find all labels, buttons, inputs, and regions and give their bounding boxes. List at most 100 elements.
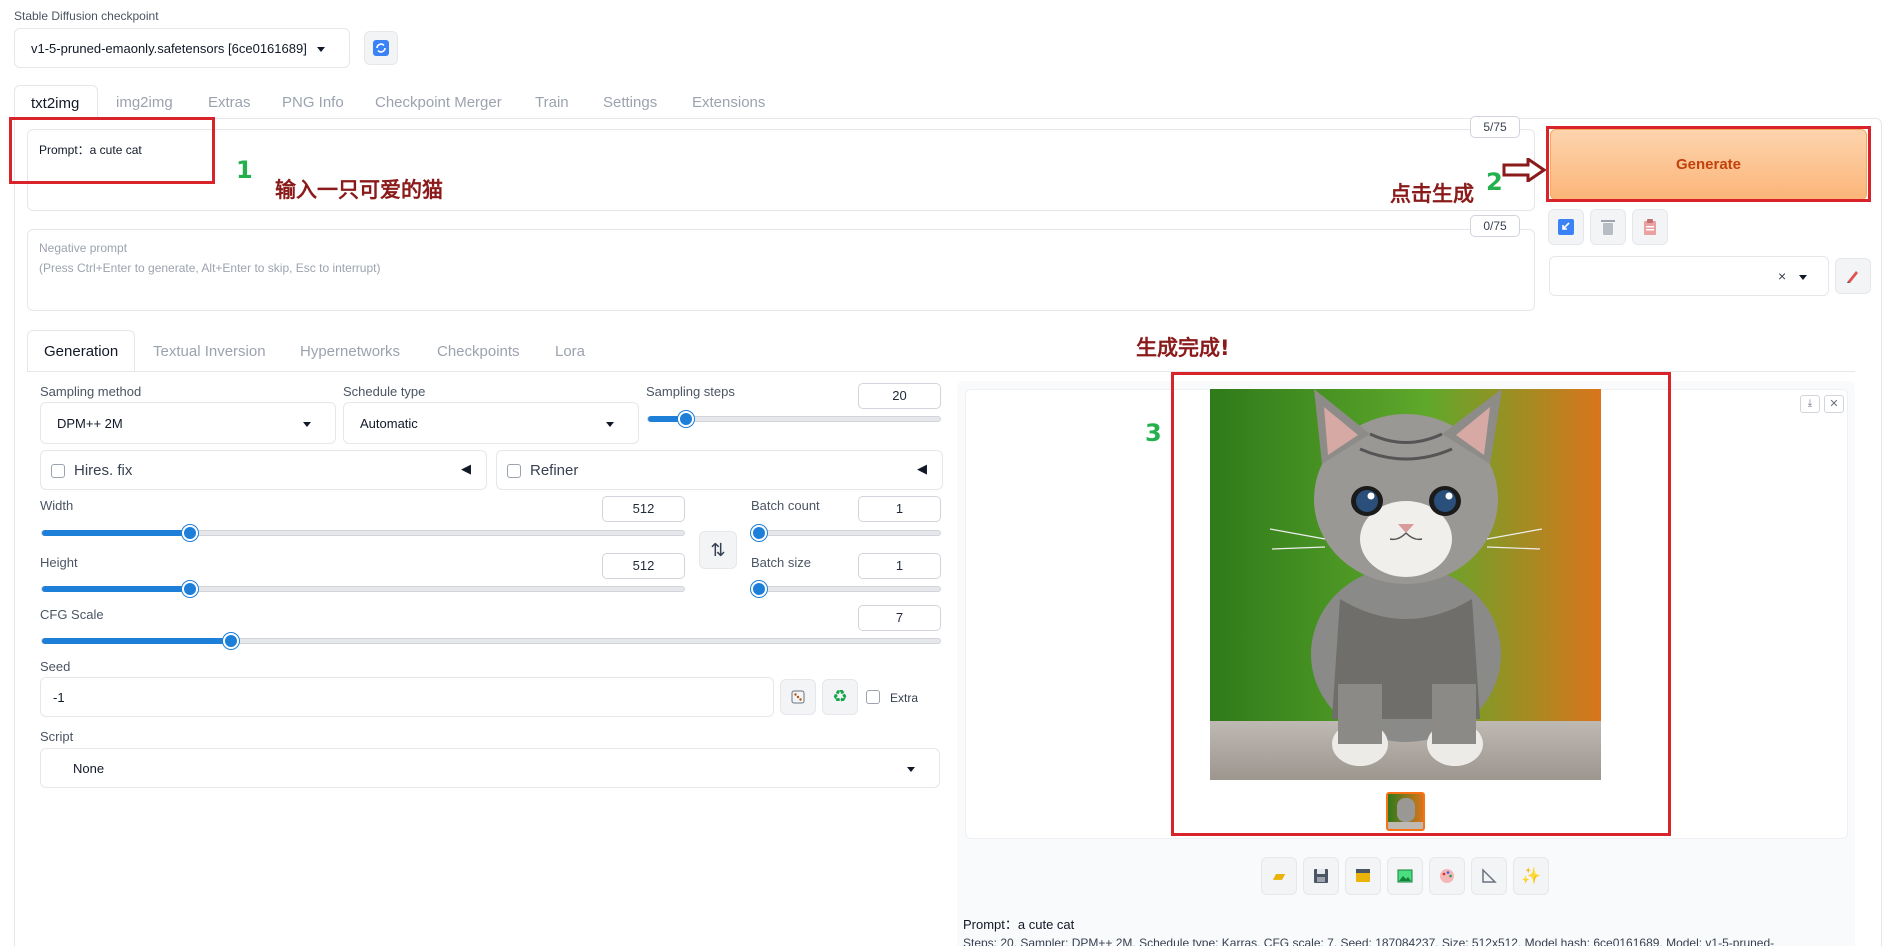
recycle-icon: ♻ xyxy=(832,687,848,706)
clear-prompt-button[interactable] xyxy=(1590,209,1626,245)
folder-icon: ▰ xyxy=(1272,868,1286,885)
tab-train[interactable]: Train xyxy=(535,94,569,111)
negative-token-counter: 0/75 xyxy=(1470,215,1520,237)
refresh-icon xyxy=(373,40,389,56)
sampling-method-label: Sampling method xyxy=(40,384,142,399)
tab-settings[interactable]: Settings xyxy=(603,94,657,111)
seed-input[interactable]: -1 xyxy=(40,677,774,717)
chevron-down-icon xyxy=(1799,275,1807,280)
slider-thumb[interactable] xyxy=(751,581,767,597)
triangle-ruler-icon xyxy=(1482,868,1497,883)
refiner-accordion[interactable]: Refiner ◀ xyxy=(496,450,943,490)
sampling-steps-label: Sampling steps xyxy=(646,384,735,399)
refiner-checkbox[interactable] xyxy=(507,464,521,478)
width-slider[interactable] xyxy=(41,525,685,541)
trash-icon xyxy=(1601,220,1615,235)
tab-checkpoint-merger[interactable]: Checkpoint Merger xyxy=(375,94,502,111)
prompt-textarea[interactable]: Prompt：a cute cat xyxy=(27,129,1535,211)
batch-size-slider[interactable] xyxy=(751,581,941,597)
script-dropdown[interactable]: None xyxy=(40,748,940,788)
sampling-steps-slider[interactable] xyxy=(647,411,941,427)
archive-icon xyxy=(1356,869,1370,882)
annotation-number-1: 1 xyxy=(236,156,253,184)
tab-png-info[interactable]: PNG Info xyxy=(282,94,344,111)
slider-thumb[interactable] xyxy=(751,525,767,541)
annotation-text-1: 输入一只可爱的猫 xyxy=(275,178,443,202)
width-input[interactable]: 512 xyxy=(602,496,685,522)
checkpoint-value: v1-5-pruned-emaonly.safetensors [6ce0161… xyxy=(31,41,307,56)
slider-thumb[interactable] xyxy=(181,525,198,541)
styles-dropdown[interactable]: × xyxy=(1549,256,1829,296)
refiner-label: Refiner xyxy=(530,462,579,479)
save-button[interactable] xyxy=(1303,857,1339,895)
negative-prompt-textarea[interactable]: Negative prompt (Press Ctrl+Enter to gen… xyxy=(27,229,1535,311)
chevron-down-icon xyxy=(907,767,915,772)
extra-seed-checkbox[interactable] xyxy=(866,690,880,704)
batch-count-input[interactable]: 1 xyxy=(858,496,941,522)
batch-count-slider[interactable] xyxy=(751,525,941,541)
hires-fix-checkbox[interactable] xyxy=(51,464,65,478)
random-seed-button[interactable] xyxy=(780,679,816,715)
width-label: Width xyxy=(40,498,74,513)
tab-extensions[interactable]: Extensions xyxy=(692,94,765,111)
slider-fill xyxy=(42,638,231,644)
slider-thumb[interactable] xyxy=(181,581,198,597)
annotation-number-3: 3 xyxy=(1145,419,1162,447)
sampling-method-dropdown[interactable]: DPM++ 2M xyxy=(40,402,336,444)
extra-seed-label: Extra xyxy=(890,691,919,705)
apply-style-button[interactable] xyxy=(1632,209,1668,245)
swap-dimensions-button[interactable]: ⇅ xyxy=(699,531,737,569)
send-to-inpaint-button[interactable] xyxy=(1429,857,1465,895)
height-label: Height xyxy=(40,555,78,570)
batch-size-label: Batch size xyxy=(751,555,811,570)
checkpoint-dropdown[interactable]: v1-5-pruned-emaonly.safetensors [6ce0161… xyxy=(14,28,350,68)
send-to-img2img-button[interactable] xyxy=(1387,857,1423,895)
tab-img2img[interactable]: img2img xyxy=(116,94,173,111)
slider-thumb[interactable] xyxy=(222,633,239,649)
download-icon[interactable]: ⤓ xyxy=(1800,395,1820,413)
read-params-button[interactable] xyxy=(1548,209,1584,245)
annotation-box-generate xyxy=(1546,126,1871,202)
sampling-steps-input[interactable]: 20 xyxy=(858,383,941,409)
tab-textual-inversion[interactable]: Textual Inversion xyxy=(153,343,266,360)
chevron-down-icon xyxy=(606,422,614,427)
upscale-button[interactable]: ✨ xyxy=(1513,857,1549,895)
close-icon[interactable]: ✕ xyxy=(1824,395,1844,413)
open-folder-button[interactable]: ▰ xyxy=(1261,857,1297,895)
tab-generation[interactable]: Generation xyxy=(27,330,135,372)
tab-lora[interactable]: Lora xyxy=(555,343,585,360)
floppy-disk-icon xyxy=(1314,869,1328,883)
height-slider[interactable] xyxy=(41,581,685,597)
annotation-number-2: 2 xyxy=(1486,168,1503,196)
cfg-scale-label: CFG Scale xyxy=(40,607,104,622)
batch-count-label: Batch count xyxy=(751,498,820,513)
seed-label: Seed xyxy=(40,659,71,674)
tab-extras[interactable]: Extras xyxy=(208,94,251,111)
hires-fix-accordion[interactable]: Hires. fix ◀ xyxy=(40,450,487,490)
collapse-triangle-icon: ◀ xyxy=(461,461,471,476)
annotation-box-output xyxy=(1171,372,1671,836)
tab-checkpoints[interactable]: Checkpoints xyxy=(437,343,520,360)
height-input[interactable]: 512 xyxy=(602,553,685,579)
cfg-scale-input[interactable]: 7 xyxy=(858,605,941,631)
schedule-type-dropdown[interactable]: Automatic xyxy=(343,402,639,444)
cfg-scale-slider[interactable] xyxy=(41,633,941,649)
output-info-text: Steps: 20, Sampler: DPM++ 2M, Schedule t… xyxy=(963,936,1775,946)
annotation-text-2: 点击生成 xyxy=(1390,182,1474,206)
tab-txt2img[interactable]: txt2img xyxy=(14,85,98,119)
slider-fill xyxy=(42,586,190,592)
schedule-type-label: Schedule type xyxy=(343,384,426,399)
edit-styles-button[interactable] xyxy=(1835,258,1871,294)
refresh-checkpoint-button[interactable] xyxy=(364,31,398,65)
tab-hypernetworks[interactable]: Hypernetworks xyxy=(300,343,400,360)
palette-icon xyxy=(1440,869,1454,883)
send-to-extras-button[interactable] xyxy=(1471,857,1507,895)
slider-thumb[interactable] xyxy=(677,411,694,427)
chevron-down-icon xyxy=(303,422,311,427)
annotation-box-prompt xyxy=(9,117,215,184)
prompt-token-counter: 5/75 xyxy=(1470,116,1520,138)
batch-size-input[interactable]: 1 xyxy=(858,553,941,579)
reuse-seed-button[interactable]: ♻ xyxy=(822,679,858,715)
zip-button[interactable] xyxy=(1345,857,1381,895)
clear-styles-icon[interactable]: × xyxy=(1778,268,1786,284)
